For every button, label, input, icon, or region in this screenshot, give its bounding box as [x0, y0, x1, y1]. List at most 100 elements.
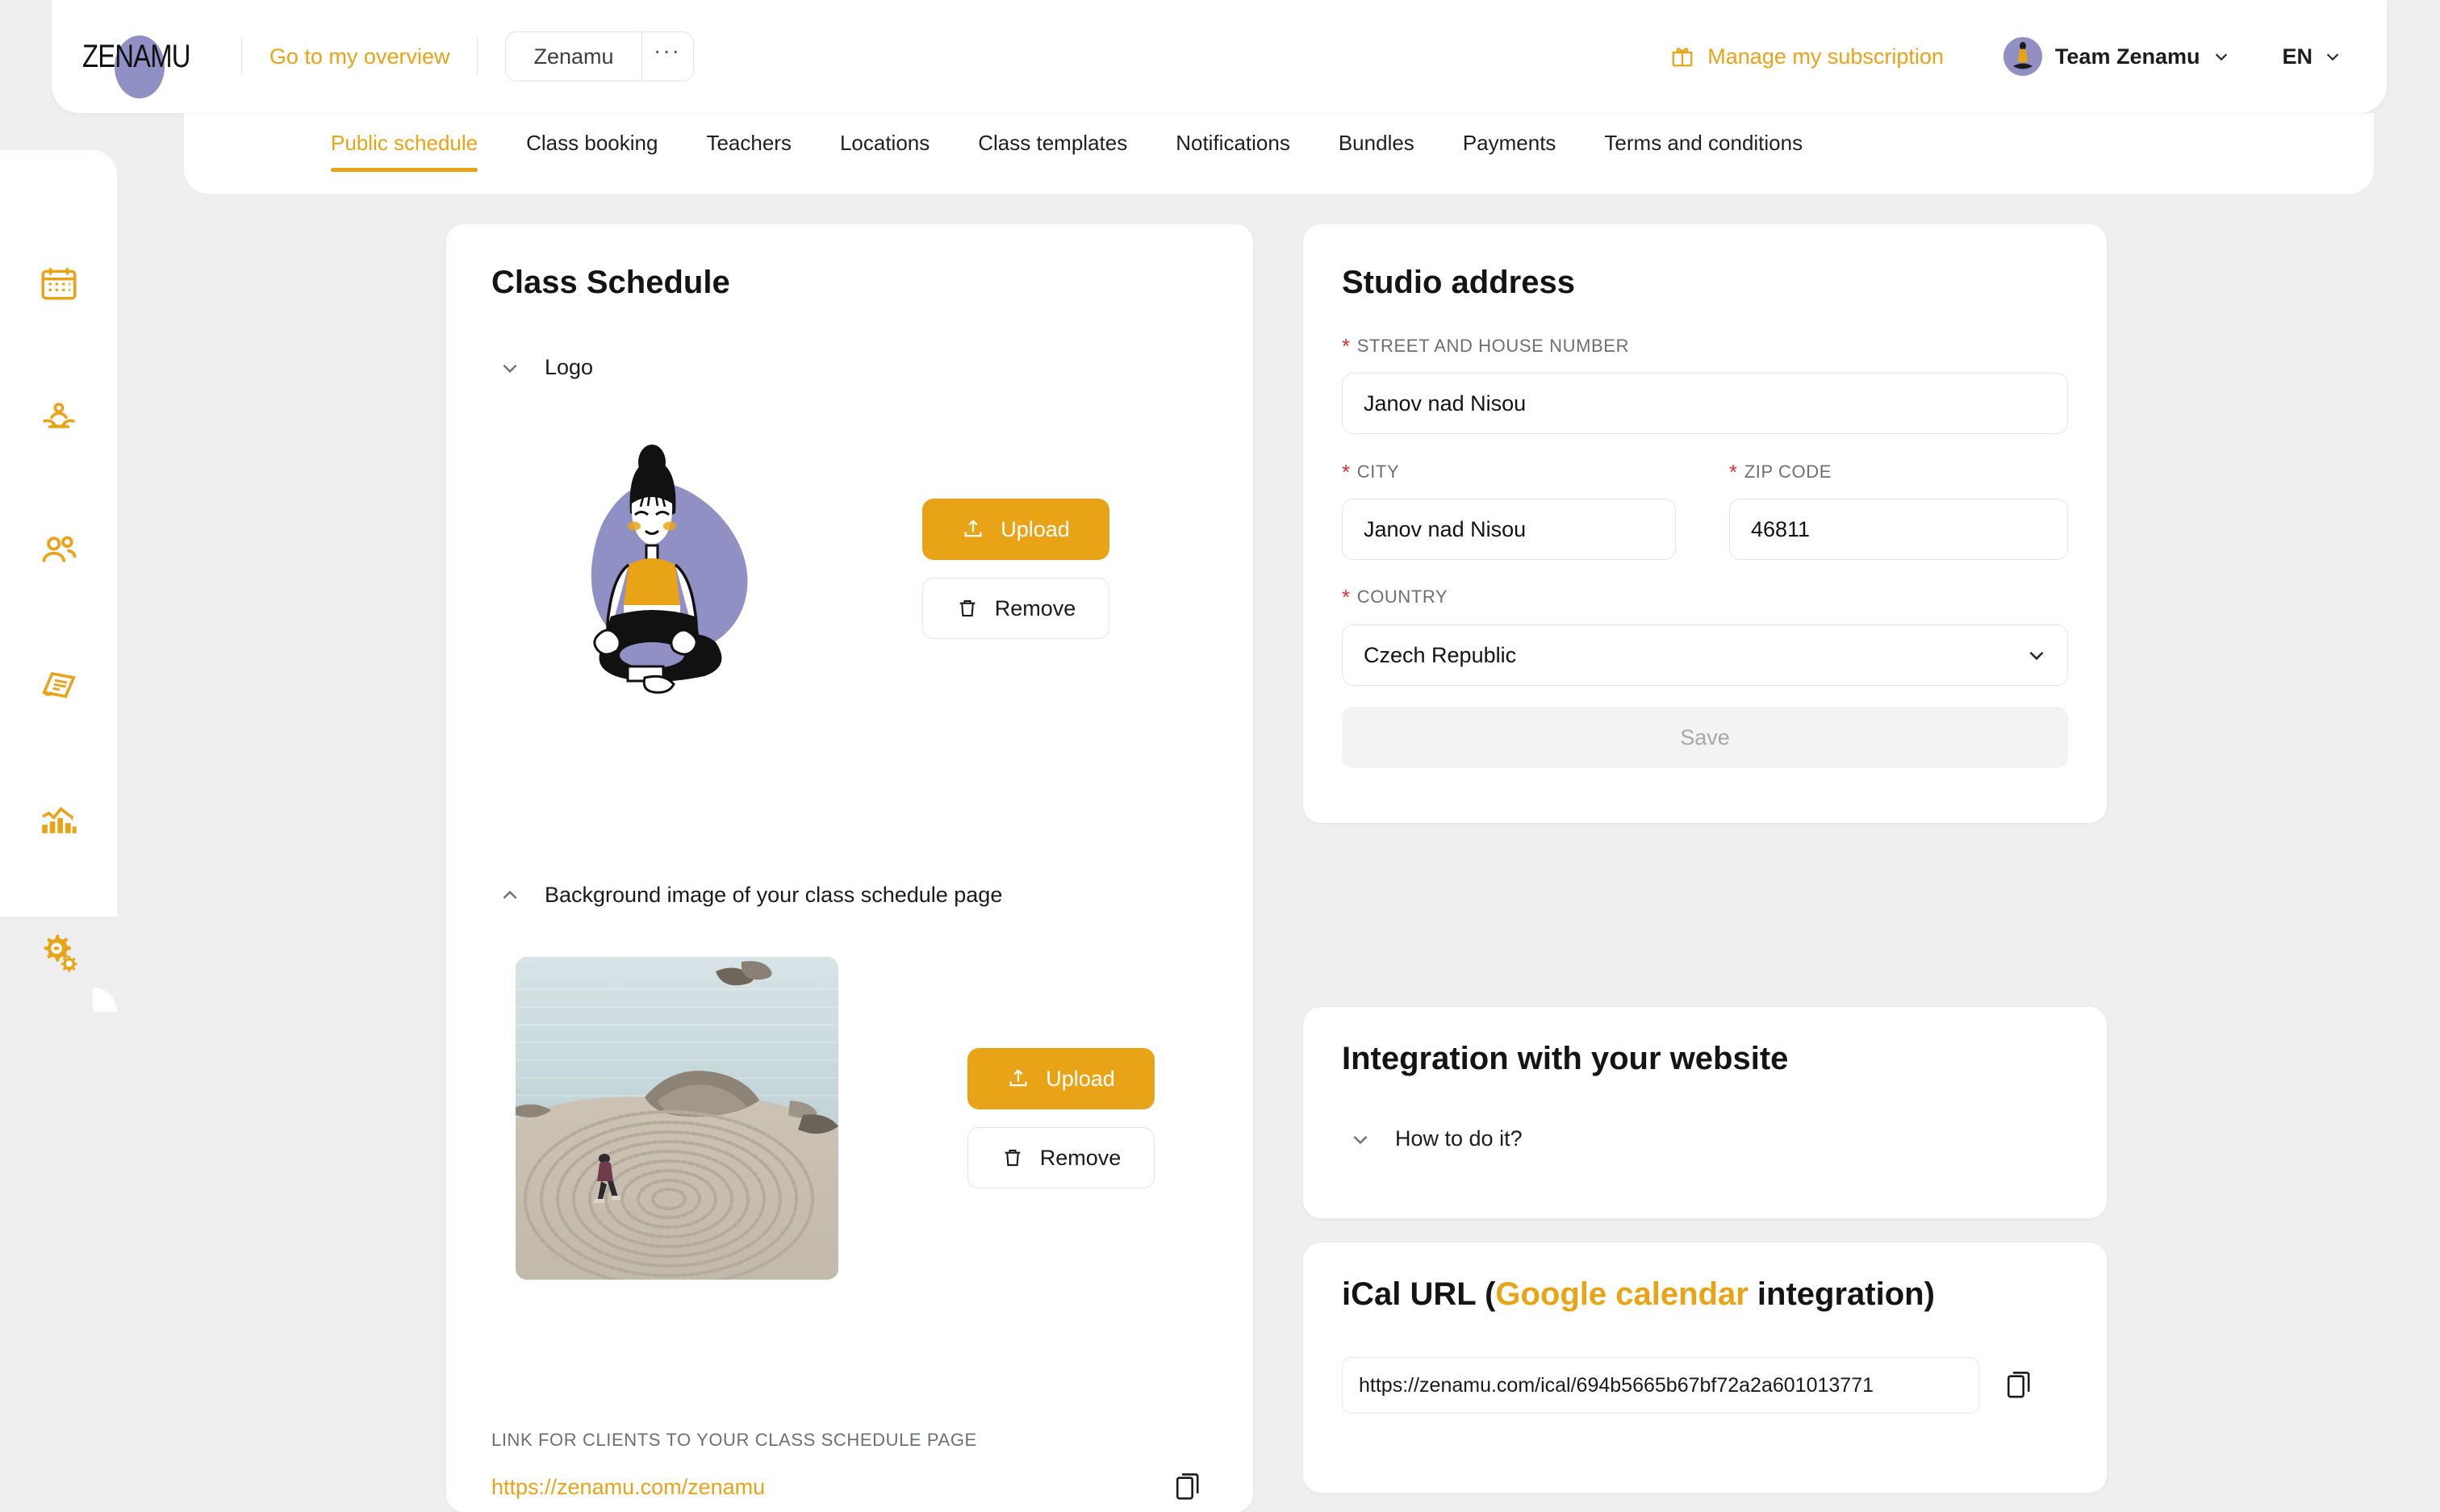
logo-accordion-label: Logo — [545, 355, 594, 379]
sidebar-item-settings[interactable] — [0, 892, 117, 1012]
ical-url-input[interactable] — [1342, 1357, 1979, 1414]
go-to-overview-link[interactable]: Go to my overview — [269, 44, 450, 69]
tab-terms-and-conditions[interactable]: Terms and conditions — [1604, 113, 1803, 156]
class-schedule-card: Class Schedule Logo Upload Remove Backgr… — [446, 224, 1253, 1512]
studio-switcher[interactable]: Zenamu ··· — [505, 31, 694, 81]
chevron-down-icon — [2326, 53, 2339, 61]
background-upload-button[interactable]: Upload — [967, 1048, 1155, 1109]
language-selector[interactable]: EN — [2282, 44, 2342, 69]
background-preview-block: Upload Remove — [516, 957, 1155, 1280]
avatar-yoga-icon — [2003, 37, 2042, 76]
logo-accordion-header[interactable]: Logo — [499, 355, 593, 380]
sidebar-item-invoices[interactable] — [0, 649, 117, 720]
copy-icon[interactable] — [1174, 1472, 1201, 1502]
trash-icon — [959, 599, 976, 617]
zip-input[interactable] — [1729, 499, 2068, 560]
tab-public-schedule[interactable]: Public schedule — [331, 113, 478, 172]
manage-subscription-label: Manage my subscription — [1707, 44, 1944, 69]
logo-remove-label: Remove — [994, 595, 1076, 620]
logo-remove-button[interactable]: Remove — [922, 578, 1109, 639]
top-bar: ZENAMU Go to my overview Zenamu ··· Mana… — [52, 0, 2387, 113]
tab-bundles[interactable]: Bundles — [1339, 113, 1414, 156]
tab-class-booking[interactable]: Class booking — [526, 113, 658, 156]
manage-subscription-button[interactable]: Manage my subscription — [1670, 44, 1944, 69]
tab-teachers[interactable]: Teachers — [706, 113, 792, 156]
sidebar-item-calendar[interactable] — [0, 249, 117, 320]
background-upload-label: Upload — [1046, 1066, 1115, 1091]
logo-preview-block: Upload Remove — [527, 436, 1109, 702]
how-to-do-it-accordion[interactable]: How to do it? — [1350, 1126, 1523, 1151]
logo-actions: Upload Remove — [922, 499, 1109, 639]
background-image-accordion-label: Background image of your class schedule … — [545, 883, 1003, 907]
yoga-person-icon — [42, 402, 75, 428]
chevron-down-icon — [2216, 53, 2228, 61]
labyrinth-beach-photo-icon — [516, 957, 838, 1280]
chevron-down-icon — [1353, 1135, 1368, 1144]
studio-address-title: Studio address — [1342, 265, 1575, 300]
required-marker: * — [1342, 460, 1351, 484]
gift-icon — [1672, 48, 1693, 67]
divider — [477, 38, 478, 75]
ical-url-card: iCal URL (Google calendar integration) — [1303, 1243, 2107, 1493]
street-input[interactable] — [1342, 373, 2068, 434]
logo-image — [527, 436, 793, 702]
ical-title-suffix: integration) — [1748, 1276, 1935, 1312]
divider — [240, 38, 242, 75]
sidebar-item-classes[interactable] — [0, 382, 117, 453]
street-label-text: STREET AND HOUSE NUMBER — [1356, 336, 1630, 356]
ical-url-row — [1342, 1357, 2068, 1414]
city-label-text: CITY — [1356, 462, 1400, 482]
chevron-up-icon — [503, 890, 517, 899]
zip-field-label: * ZIP CODE — [1729, 462, 1832, 482]
city-field-label: * CITY — [1342, 462, 1399, 482]
background-remove-button[interactable]: Remove — [967, 1127, 1155, 1188]
integration-card: Integration with your website How to do … — [1303, 1007, 2107, 1218]
language-label: EN — [2282, 44, 2313, 69]
how-to-do-it-label: How to do it? — [1395, 1126, 1523, 1151]
people-icon — [41, 536, 76, 562]
required-marker: * — [1342, 585, 1351, 609]
sidebar-item-analytics[interactable] — [0, 783, 117, 854]
tab-locations[interactable]: Locations — [840, 113, 930, 156]
avatar — [2003, 37, 2042, 76]
country-select[interactable] — [1342, 624, 2068, 686]
trash-icon — [1005, 1149, 1021, 1167]
logo-upload-label: Upload — [1001, 516, 1070, 541]
tab-notifications[interactable]: Notifications — [1176, 113, 1290, 156]
chevron-down-icon — [503, 364, 517, 373]
yoga-illustration-icon — [591, 445, 748, 694]
upload-icon — [1009, 1069, 1027, 1087]
studio-address-card: Studio address * STREET AND HOUSE NUMBER… — [1303, 224, 2107, 823]
copy-icon[interactable] — [2005, 1370, 2033, 1401]
background-remove-label: Remove — [1039, 1145, 1122, 1170]
public-schedule-link[interactable]: https://zenamu.com/zenamu — [491, 1475, 765, 1500]
background-image-accordion-header[interactable]: Background image of your class schedule … — [499, 883, 1002, 908]
studio-switcher-name[interactable]: Zenamu — [506, 32, 641, 81]
brand-logo-text: ZENAMU — [82, 38, 190, 74]
calendar-icon — [40, 268, 77, 300]
country-field-label: * COUNTRY — [1342, 587, 1448, 608]
logo-upload-button[interactable]: Upload — [922, 499, 1109, 560]
required-marker: * — [1342, 334, 1351, 358]
public-link-row: https://zenamu.com/zenamu — [491, 1472, 1201, 1502]
ical-title-prefix: iCal URL ( — [1342, 1276, 1496, 1312]
sidebar-item-clients[interactable] — [0, 516, 117, 587]
tab-class-templates[interactable]: Class templates — [978, 113, 1127, 156]
zip-label-text: ZIP CODE — [1744, 462, 1832, 482]
class-schedule-title: Class Schedule — [491, 265, 730, 300]
studio-more-options-button[interactable]: ··· — [641, 32, 693, 81]
tab-payments[interactable]: Payments — [1463, 113, 1556, 156]
background-actions: Upload Remove — [967, 1048, 1155, 1188]
country-label-text: COUNTRY — [1356, 587, 1448, 607]
settings-tabs-bar: Public schedule Class booking Teachers L… — [184, 113, 2374, 194]
required-marker: * — [1729, 460, 1738, 484]
city-input[interactable] — [1342, 499, 1676, 560]
google-calendar-link[interactable]: Google calendar — [1495, 1276, 1748, 1312]
save-address-button[interactable]: Save — [1342, 707, 2068, 768]
team-name-label: Team Zenamu — [2054, 44, 2200, 69]
analytics-chart-icon — [41, 806, 77, 833]
sidebar-nav — [0, 150, 117, 1012]
top-bar-right-group: Manage my subscription Team Zenamu EN — [1670, 37, 2342, 76]
brand-logo[interactable]: ZENAMU — [82, 35, 214, 98]
team-menu-button[interactable]: Team Zenamu — [2003, 37, 2231, 76]
